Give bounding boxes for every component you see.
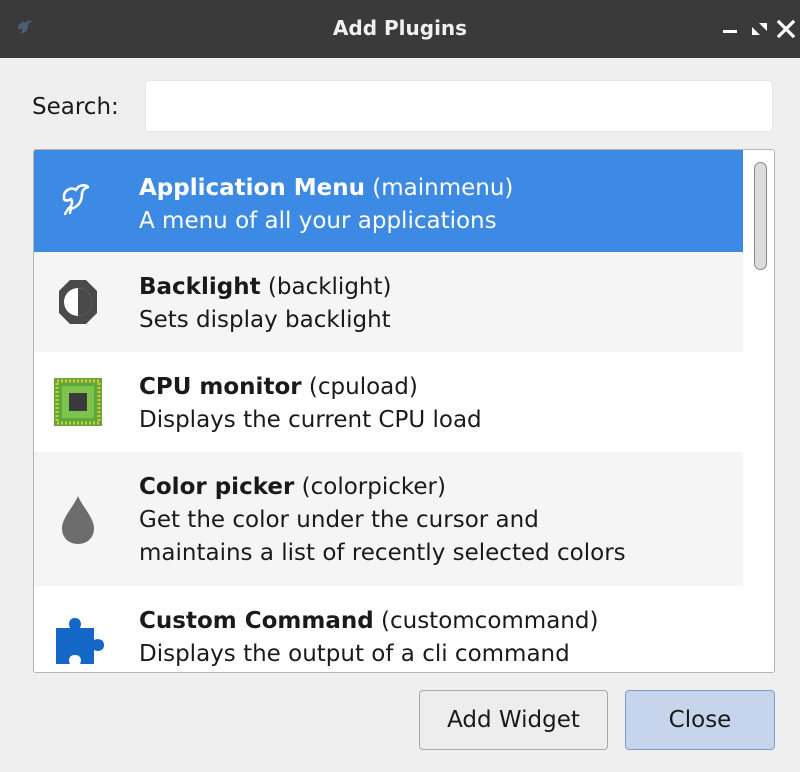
plugin-id: (backlight) [260, 274, 392, 300]
plugin-description: Displays the output of a cli command [139, 641, 570, 667]
maximize-button[interactable] [748, 14, 772, 42]
plugin-title: Backlight (backlight) [139, 274, 392, 300]
plugin-id: (colorpicker) [294, 474, 446, 500]
plugin-name: Color picker [139, 474, 295, 500]
plugin-title: CPU monitor (cpuload) [139, 374, 418, 400]
plugin-name: Application Menu [139, 175, 365, 201]
search-input[interactable] [145, 80, 773, 132]
title-bar[interactable]: Add Plugins [0, 0, 800, 58]
maximize-icon [752, 23, 767, 35]
scrollbar-thumb[interactable] [754, 162, 767, 270]
plugin-description-line-2: maintains a list of recently selected co… [139, 540, 626, 566]
list-item[interactable]: CPU monitor (cpuload) Displays the curre… [34, 352, 744, 452]
cpu-chip-icon [54, 378, 102, 426]
add-plugins-dialog: Add Plugins Search: Application Menu (ma… [0, 0, 800, 772]
plugin-title: Custom Command (customcommand) [139, 608, 598, 634]
plugin-description: A menu of all your applications [139, 208, 497, 234]
list-item[interactable]: Application Menu (mainmenu) A menu of al… [34, 150, 744, 252]
list-item[interactable]: Color picker (colorpicker) Get the color… [34, 452, 744, 586]
droplet-icon [62, 496, 94, 544]
plugin-name: Backlight [139, 274, 261, 300]
plugin-description: Displays the current CPU load [139, 407, 482, 433]
close-icon [776, 19, 796, 39]
add-widget-button[interactable]: Add Widget [419, 690, 608, 750]
plugin-id: (customcommand) [373, 608, 599, 634]
close-button[interactable]: Close [625, 690, 775, 750]
minimize-button[interactable] [718, 14, 742, 42]
plugin-name: CPU monitor [139, 374, 302, 400]
plugin-description: Get the color under the cursor and [139, 507, 539, 533]
vertical-scrollbar[interactable] [743, 150, 774, 672]
plugin-id: (cpuload) [301, 374, 418, 400]
plugin-description: Sets display backlight [139, 307, 391, 333]
plugin-list-viewport: Application Menu (mainmenu) A menu of al… [34, 150, 744, 672]
plugin-title: Color picker (colorpicker) [139, 474, 446, 500]
brightness-icon [59, 280, 97, 324]
window-title: Add Plugins [332, 16, 468, 40]
bird-icon [62, 184, 90, 216]
plugin-name: Custom Command [139, 608, 374, 634]
minimize-icon [723, 30, 737, 33]
plugin-id: (mainmenu) [364, 175, 514, 201]
close-window-button[interactable] [774, 14, 798, 42]
list-item[interactable]: Custom Command (customcommand) Displays … [34, 586, 744, 672]
plugin-title: Application Menu (mainmenu) [139, 175, 513, 201]
puzzle-piece-icon [56, 618, 104, 664]
plugin-list[interactable]: Application Menu (mainmenu) A menu of al… [33, 149, 775, 673]
search-row: Search: [0, 80, 800, 135]
list-item[interactable]: Backlight (backlight) Sets display backl… [34, 252, 744, 352]
search-label: Search: [32, 94, 119, 120]
